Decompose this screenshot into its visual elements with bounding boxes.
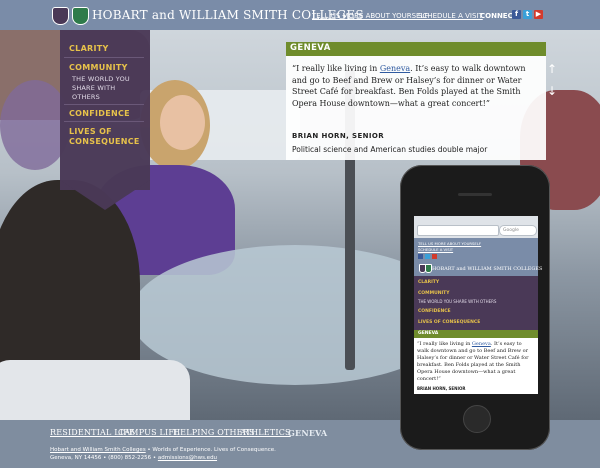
phone-search-field[interactable]: Google <box>499 225 537 236</box>
nav-sub-line: SHARE WITH <box>72 84 116 92</box>
footer-line-2: Geneva, NY 14456 • (800) 852-2256 • admi… <box>50 455 217 461</box>
phone-quote-text: . It’s easy to walk downtown and go to B… <box>417 341 529 382</box>
phone-facebook-icon[interactable] <box>418 254 423 259</box>
phone-geneva-link[interactable]: Geneva <box>472 341 491 347</box>
nav-item-confidence[interactable]: CONFIDENCE <box>69 109 130 118</box>
phone-logo-text: HOBART and WILLIAM SMITH COLLEGES <box>432 266 543 272</box>
phone-speaker <box>458 193 492 196</box>
nav-item-clarity[interactable]: CLARITY <box>69 44 109 53</box>
bottom-nav-geneva[interactable]: GENEVA <box>288 428 327 438</box>
phone-twitter-icon[interactable] <box>425 254 430 259</box>
phone-quote-text: “I really like living in <box>417 341 472 347</box>
footer-email-link[interactable]: admissions@hws.edu <box>158 455 217 461</box>
phone-quote: “I really like living in Geneva. It’s ea… <box>417 341 535 383</box>
schedule-visit-link[interactable]: SCHEDULE A VISIT <box>418 12 483 20</box>
phone-nav-community[interactable]: COMMUNITY <box>418 291 450 296</box>
phone-nav-world-share[interactable]: THE WORLD YOU SHARE WITH OTHERS <box>418 299 496 304</box>
phone-quote-author: BRIAN HORN, SENIOR <box>417 386 466 391</box>
phone-nav-lives[interactable]: LIVES OF CONSEQUENCE <box>418 320 480 325</box>
nav-sub-line: THE WORLD YOU <box>72 75 130 83</box>
student-quote: “I really like living in Geneva. It’s ea… <box>292 63 540 109</box>
nav-divider <box>64 104 144 105</box>
author-major: Political science and American studies d… <box>292 145 488 154</box>
nav-divider <box>64 57 144 58</box>
footer-tagline: • Worlds of Experience. Lives of Consequ… <box>145 447 276 453</box>
phone-section-title: GENEVA <box>414 330 538 338</box>
footer-line-1: Hobart and William Smith Colleges • Worl… <box>50 447 276 453</box>
william-smith-shield-icon <box>72 7 89 25</box>
nav-item-label: LIVES OF <box>69 127 112 136</box>
nav-divider <box>64 121 144 122</box>
bottom-nav-campus-life[interactable]: CAMPUS LIFE <box>118 428 180 437</box>
phone-nav-clarity[interactable]: CLARITY <box>418 280 439 285</box>
footer-college-link[interactable]: Hobart and William Smith Colleges <box>50 447 146 453</box>
footer-address: Geneva, NY 14456 • (800) 852-2256 • <box>50 455 158 461</box>
section-title: GENEVA <box>290 43 331 53</box>
phone-schedule-link[interactable]: SCHEDULE A VISIT <box>418 247 453 252</box>
twitter-icon[interactable]: t <box>523 10 532 19</box>
nav-item-community[interactable]: COMMUNITY <box>69 63 128 72</box>
phone-url-field[interactable] <box>417 225 499 236</box>
phone-tell-us-link[interactable]: TELL US MORE ABOUT YOURSELF <box>418 241 481 246</box>
nav-sub-line: OTHERS <box>72 93 100 101</box>
youtube-icon[interactable]: ▶ <box>534 10 543 19</box>
phone-home-button <box>463 405 491 433</box>
arrow-down-icon[interactable]: ↓ <box>546 84 558 98</box>
facebook-icon[interactable]: f <box>512 10 521 19</box>
quote-text: “I really like living in <box>292 64 380 73</box>
nav-sub-world-share[interactable]: THE WORLD YOU SHARE WITH OTHERS <box>72 75 130 102</box>
tell-us-more-link[interactable]: TELL US MORE ABOUT YOURSELF <box>312 12 428 20</box>
nav-panel-pointer <box>60 180 150 210</box>
phone-nav-confidence[interactable]: CONFIDENCE <box>418 309 451 314</box>
hobart-shield-icon <box>52 7 69 25</box>
phone-youtube-icon[interactable] <box>432 254 437 259</box>
quote-author: BRIAN HORN, SENIOR <box>292 132 385 140</box>
photo-woman-face <box>160 95 205 150</box>
geneva-link[interactable]: Geneva <box>380 64 410 73</box>
bottom-nav-athletics[interactable]: ATHLETICS <box>240 428 291 437</box>
phone-ws-shield-icon <box>425 264 432 273</box>
arrow-up-icon[interactable]: ↑ <box>546 62 558 76</box>
nav-item-lives-of-consequence[interactable]: LIVES OF CONSEQUENCE <box>69 127 140 147</box>
nav-item-label: CONSEQUENCE <box>69 137 140 146</box>
